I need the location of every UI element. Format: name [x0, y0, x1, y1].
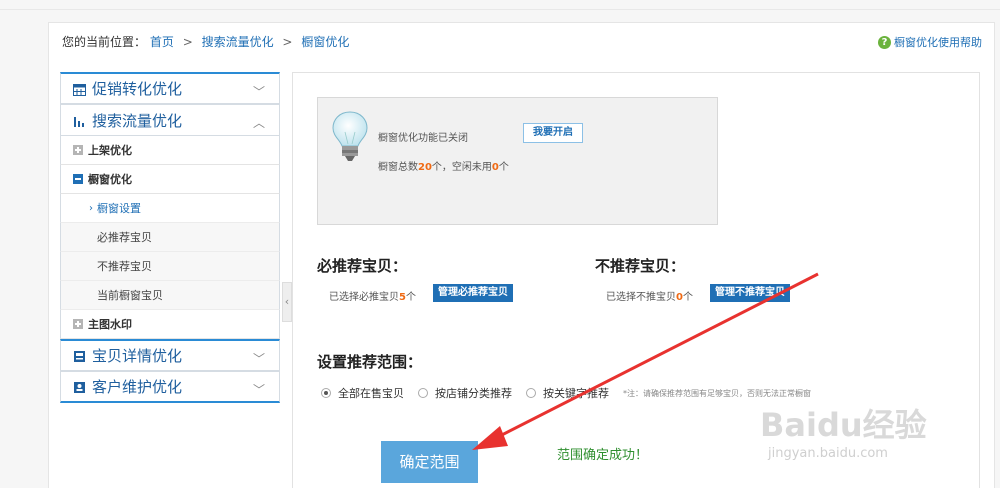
arrow-head	[472, 426, 508, 450]
annotation-arrow	[472, 272, 819, 450]
arrow-shaft	[491, 272, 819, 442]
